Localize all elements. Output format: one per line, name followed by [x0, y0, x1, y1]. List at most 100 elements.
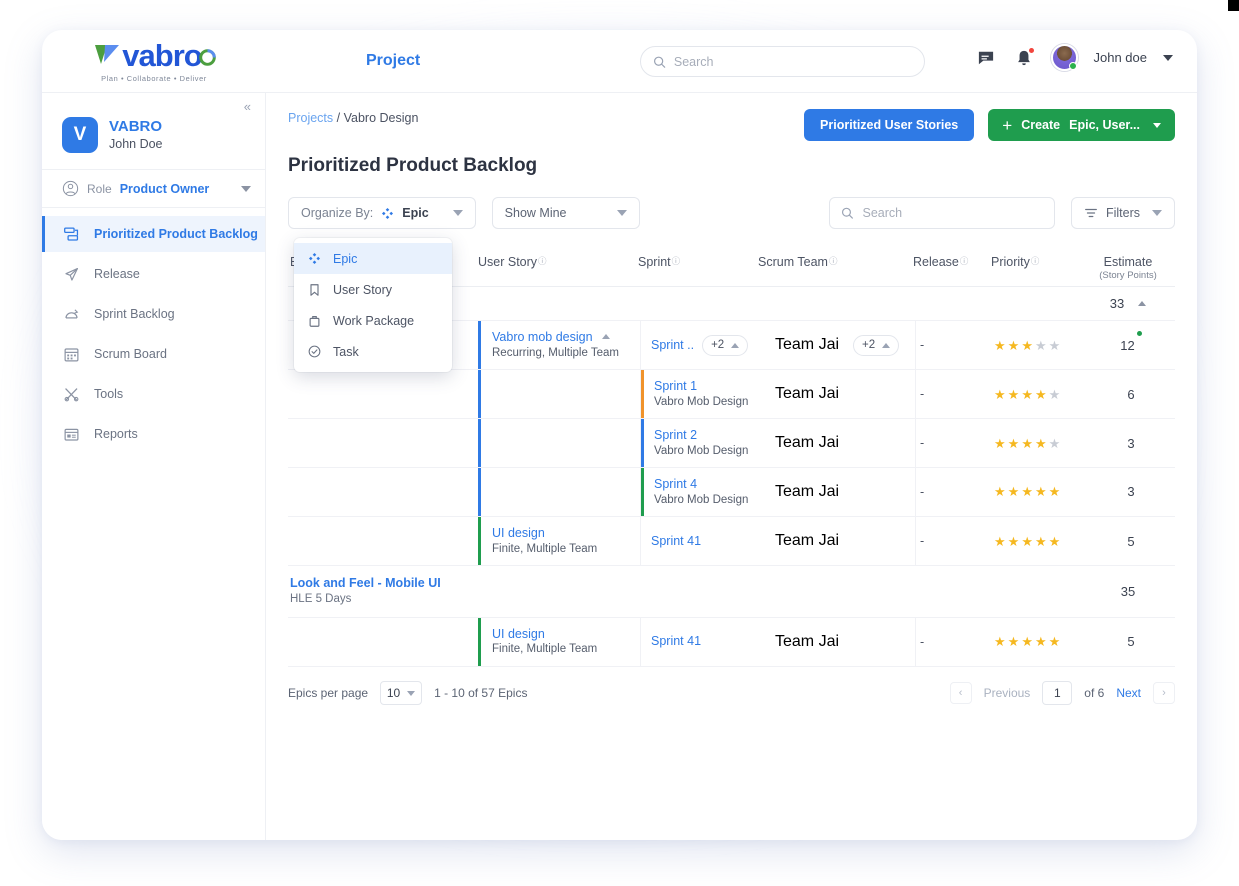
epic-summary-story [478, 566, 638, 616]
global-search-input[interactable] [673, 54, 912, 69]
sidebar-item-reports[interactable]: Reports [42, 416, 265, 452]
star-icon: ★ [1034, 484, 1047, 500]
first-page-button[interactable]: ‹ [949, 682, 972, 704]
table-row[interactable]: Sprint 4 Vabro Mob Design Team Jai - ★ ★… [288, 468, 1175, 517]
show-mine-dropdown[interactable]: Show Mine [491, 197, 640, 229]
star-icon: ★ [1048, 484, 1061, 500]
table-toolbar: Organize By: Epic Show Mine Search Filte… [288, 197, 1175, 372]
info-icon[interactable]: ⓘ [1031, 255, 1040, 267]
range-text: 1 - 10 of 57 Epics [434, 686, 528, 700]
menu-item-task[interactable]: Task [294, 336, 452, 367]
prioritized-user-stories-button[interactable]: Prioritized User Stories [804, 109, 975, 141]
show-mine-chevron-down-icon[interactable] [616, 210, 627, 216]
avatar[interactable] [1050, 44, 1078, 71]
create-button[interactable]: + Create Epic, User... [988, 109, 1175, 141]
sidebar-item-sprint-backlog[interactable]: Sprint Backlog [42, 296, 265, 332]
previous-page-button[interactable]: Previous [984, 686, 1031, 700]
sidebar-item-label: Release [94, 267, 140, 281]
message-icon [978, 51, 993, 64]
epic-icon [308, 252, 321, 265]
global-search[interactable] [640, 46, 925, 77]
create-chevron-down-icon[interactable] [1153, 122, 1161, 128]
table-row[interactable]: Sprint 1 Vabro Mob Design Team Jai - ★ ★… [288, 370, 1175, 420]
sprint-cell[interactable]: Sprint 2 Vabro Mob Design [641, 419, 761, 468]
organize-by-chevron-down-icon[interactable] [452, 210, 463, 216]
estimate-cell: 5 [1127, 634, 1135, 650]
sprint-cell[interactable]: Sprint 1 Vabro Mob Design [641, 370, 761, 419]
menu-item-user-story[interactable]: User Story [294, 274, 452, 305]
info-icon[interactable]: ⓘ [829, 255, 838, 267]
next-page-button[interactable]: Next [1116, 686, 1141, 700]
priority-rating[interactable]: ★ ★ ★ ★ ★ [994, 517, 1092, 565]
sidebar-item-prioritized-product-backlog[interactable]: Prioritized Product Backlog [42, 216, 265, 252]
menu-item-epic[interactable]: Epic [294, 243, 452, 274]
breadcrumb-projects-link[interactable]: Projects [288, 111, 333, 125]
story-cell[interactable]: UI design Finite, Multiple Team [481, 516, 641, 566]
sprint-overflow-chip[interactable]: +2 [702, 334, 749, 356]
user-name-label: John doe [1093, 50, 1148, 65]
epic-cell[interactable]: Look and Feel - Mobile UI HLE 5 Days [288, 566, 478, 616]
table-search[interactable] [828, 197, 1055, 229]
team-cell: Team Jai [761, 370, 916, 419]
story-cell[interactable]: Vabro mob design Recurring, Multiple Tea… [481, 321, 641, 370]
priority-rating[interactable]: ★ ★ ★ ★ ★ [994, 321, 1092, 369]
sprint-cell[interactable]: Sprint 41 [641, 517, 761, 565]
priority-rating[interactable]: ★ ★ ★ ★ ★ [994, 618, 1092, 666]
column-header-release[interactable]: Release ⓘ [913, 255, 991, 269]
notifications-button[interactable] [1013, 47, 1035, 69]
column-label: Scrum Team [758, 255, 828, 269]
user-menu-chevron-down-icon[interactable] [1163, 54, 1173, 61]
filters-chevron-down-icon[interactable] [1152, 210, 1162, 216]
sprint-cell[interactable]: Sprint 41 [641, 618, 761, 666]
priority-rating[interactable]: ★ ★ ★ ★ ★ [994, 468, 1092, 516]
column-header-priority[interactable]: Priority ⓘ [991, 255, 1089, 269]
sidebar-item-scrum-board[interactable]: Scrum Board [42, 336, 265, 372]
column-header-user-story[interactable]: User Story ⓘ [478, 255, 638, 269]
priority-rating[interactable]: ★ ★ ★ ★ ★ [994, 419, 1092, 467]
sidebar-item-tools[interactable]: Tools [42, 376, 265, 412]
epic-cell [288, 419, 478, 467]
sidebar-item-release[interactable]: Release [42, 256, 265, 292]
table-search-input[interactable] [862, 206, 1043, 220]
story-cell[interactable]: UI design Finite, Multiple Team [481, 617, 641, 666]
info-icon[interactable]: ⓘ [538, 255, 547, 267]
epic-summary-team [758, 566, 913, 616]
last-page-button[interactable]: › [1153, 682, 1175, 704]
role-value: Product Owner [119, 181, 210, 196]
project-owner: John Doe [109, 137, 163, 152]
team-overflow-chip[interactable]: +2 [853, 334, 900, 356]
collapse-caret-icon[interactable] [602, 334, 611, 339]
sort-ascending-icon[interactable] [1138, 301, 1147, 306]
filters-button[interactable]: Filters [1070, 197, 1175, 229]
column-header-estimate[interactable]: Estimate (Story Points) [1089, 255, 1167, 281]
story-title: UI design [492, 525, 545, 540]
table-row[interactable]: UI design Finite, Multiple Team Sprint 4… [288, 617, 1175, 667]
role-chevron-down-icon[interactable] [241, 185, 251, 192]
app-logo[interactable]: vabro Plan • Collaborate • Deliver [42, 40, 266, 83]
column-sublabel: (Story Points) [1099, 270, 1157, 281]
search-icon [654, 56, 666, 68]
column-header-sprint[interactable]: Sprint ⓘ [638, 255, 758, 269]
column-header-scrum-team[interactable]: Scrum Team ⓘ [758, 255, 913, 269]
role-selector[interactable]: Role Product Owner [42, 169, 265, 208]
notification-badge [1028, 47, 1034, 53]
info-icon[interactable]: ⓘ [960, 255, 969, 267]
sprint-cell[interactable]: Sprint 4 Vabro Mob Design [641, 468, 761, 516]
per-page-select[interactable]: 10 [380, 681, 423, 705]
sidebar-collapse-icon[interactable]: « [244, 99, 251, 114]
priority-rating[interactable]: ★ ★ ★ ★ ★ [994, 370, 1092, 418]
epic-summary-row[interactable]: Look and Feel - Mobile UI HLE 5 Days 35 [288, 566, 1175, 618]
table-row[interactable]: Sprint 2 Vabro Mob Design Team Jai - ★ ★… [288, 419, 1175, 469]
messages-button[interactable] [975, 47, 997, 69]
sprint-title[interactable]: Sprint .. [651, 337, 694, 354]
sidebar-project-header[interactable]: V VABRO John Doe [42, 93, 265, 169]
page-number-input[interactable]: 1 [1042, 681, 1073, 705]
pagination-left: Epics per page 10 1 - 10 of 57 Epics [288, 681, 527, 705]
nav-project-link[interactable]: Project [366, 52, 420, 70]
star-icon: ★ [1021, 634, 1033, 650]
table-row[interactable]: UI design Finite, Multiple Team Sprint 4… [288, 516, 1175, 567]
organize-by-dropdown[interactable]: Organize By: Epic [288, 197, 476, 229]
team-cell: Team Jai +2 [761, 321, 916, 370]
info-icon[interactable]: ⓘ [672, 255, 681, 267]
menu-item-work-package[interactable]: Work Package [294, 305, 452, 336]
